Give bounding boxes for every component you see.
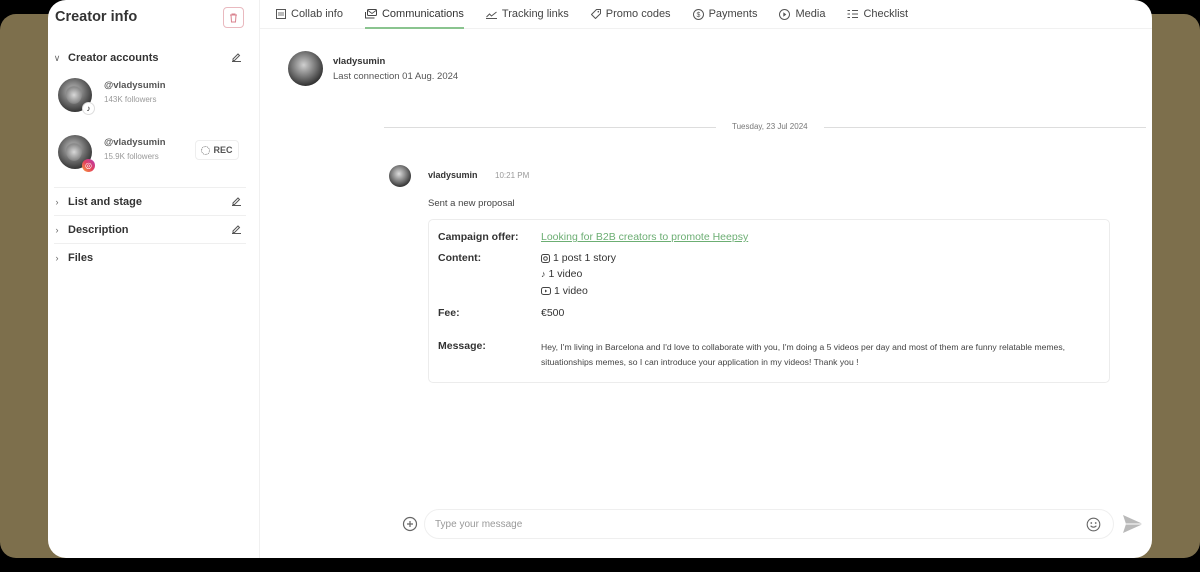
account-handle: @vladysumin: [104, 80, 166, 91]
tab-promo-codes[interactable]: Promo codes: [590, 0, 671, 28]
section-label: List and stage: [68, 196, 142, 208]
svg-text:$: $: [696, 12, 700, 19]
main-content: Collab info Communications Tracking link…: [260, 0, 1152, 558]
content-item-instagram: 1 post 1 story: [541, 252, 616, 264]
play-icon: [779, 8, 791, 20]
proposal-message: Hey, I'm living in Barcelona and I'd lov…: [541, 342, 1066, 367]
delete-creator-button[interactable]: [223, 7, 244, 28]
plus-circle-icon: [402, 516, 418, 532]
message-input[interactable]: [435, 510, 1035, 538]
chevron-down-icon: ∨: [53, 52, 61, 63]
campaign-offer-link[interactable]: Looking for B2B creators to promote Heep…: [541, 231, 748, 243]
tab-label: Payments: [708, 8, 758, 20]
fee-value: €500: [541, 307, 564, 319]
divider: [824, 127, 1146, 128]
tag-icon: [590, 9, 601, 19]
content-item-tiktok: ♪ 1 video: [541, 268, 582, 280]
creator-info-sidebar: Creator info ∨ Creator accounts ♪ @vlady…: [48, 0, 260, 558]
message-composer: [424, 509, 1114, 539]
tab-payments[interactable]: $ Payments: [692, 0, 758, 28]
trash-icon: [230, 13, 237, 22]
fee-amount: €500: [541, 307, 565, 319]
content-item-youtube: 1 video: [541, 285, 588, 297]
contact-avatar: [288, 51, 323, 86]
section-creator-accounts[interactable]: ∨ Creator accounts: [48, 44, 248, 72]
creator-account-instagram[interactable]: ◎ @vladysumin 15.9K followers REC: [54, 127, 244, 181]
message-time: 10:21 PM: [495, 171, 530, 180]
section-label: Description: [68, 224, 129, 236]
section-label: Creator accounts: [68, 52, 159, 64]
creator-panel-window: Creator info ∨ Creator accounts ♪ @vlady…: [48, 0, 1152, 558]
content-text: 1 video: [548, 268, 583, 280]
tab-tracking-links[interactable]: Tracking links: [485, 0, 569, 28]
edit-description-button[interactable]: [231, 223, 242, 237]
creator-account-tiktok[interactable]: ♪ @vladysumin 143K followers: [54, 70, 244, 124]
tab-bar: Collab info Communications Tracking link…: [260, 0, 1152, 29]
sidebar-title: Creator info: [55, 9, 138, 25]
pencil-icon: [232, 225, 241, 234]
message-author: vladysumin: [428, 170, 478, 180]
edit-list-stage-button[interactable]: [231, 195, 242, 209]
section-files[interactable]: › Files: [48, 244, 248, 272]
tab-media[interactable]: Media: [779, 0, 825, 28]
chevron-right-icon: ›: [55, 253, 59, 263]
edit-accounts-button[interactable]: [231, 51, 242, 65]
message-text: Sent a new proposal: [428, 198, 515, 209]
instagram-icon: ◎: [82, 159, 95, 172]
account-handle: @vladysumin: [104, 137, 166, 148]
tab-communications[interactable]: Communications: [364, 0, 464, 29]
add-attachment-button[interactable]: [402, 516, 418, 532]
rec-label: REC: [213, 145, 233, 155]
emoji-button[interactable]: [1086, 517, 1101, 532]
campaign-link-text[interactable]: Looking for B2B creators to promote Heep…: [541, 231, 748, 243]
content-label: Content:: [438, 252, 482, 264]
tiktok-icon: ♪: [541, 269, 546, 279]
tab-label: Collab info: [291, 8, 343, 20]
collab-info-icon: [276, 9, 286, 19]
chevron-right-icon: ›: [55, 197, 59, 207]
account-followers: 15.9K followers: [104, 152, 159, 161]
send-icon: [1123, 515, 1143, 533]
section-label: Files: [68, 252, 94, 264]
send-button[interactable]: [1122, 514, 1144, 534]
tab-collab-info[interactable]: Collab info: [276, 0, 343, 28]
tab-checklist[interactable]: Checklist: [847, 0, 908, 28]
loading-spinner-icon: [201, 145, 211, 155]
last-connection: Last connection 01 Aug. 2024: [333, 71, 459, 82]
message-label: Message:: [438, 340, 486, 352]
dollar-icon: $: [692, 8, 704, 20]
chevron-right-icon: ›: [55, 225, 59, 235]
campaign-offer-label: Campaign offer:: [438, 231, 519, 243]
pencil-icon: [232, 53, 241, 62]
date-separator: Tuesday, 23 Jul 2024: [384, 120, 1146, 134]
content-text: 1 video: [554, 285, 588, 297]
checklist-icon: [847, 9, 859, 19]
tab-label: Promo codes: [605, 8, 671, 20]
tracking-links-icon: [485, 10, 497, 19]
proposal-card: Campaign offer: Looking for B2B creators…: [428, 219, 1110, 383]
contact-name: vladysumin: [333, 56, 386, 67]
date-label: Tuesday, 23 Jul 2024: [732, 122, 808, 131]
message-avatar: [389, 165, 411, 187]
instagram-icon: [541, 253, 550, 263]
fee-label: Fee:: [438, 307, 460, 319]
smiley-icon: [1086, 517, 1101, 532]
tab-label: Communications: [381, 8, 464, 20]
account-followers: 143K followers: [104, 95, 157, 104]
tiktok-icon: ♪: [82, 102, 95, 115]
youtube-icon: [541, 287, 551, 295]
pencil-icon: [232, 197, 241, 206]
rec-button[interactable]: REC: [195, 140, 239, 160]
communications-icon: [364, 9, 377, 19]
divider: [384, 127, 716, 128]
section-list-and-stage[interactable]: › List and stage: [48, 188, 248, 216]
content-text: 1 post 1 story: [553, 252, 617, 264]
tab-label: Checklist: [863, 8, 909, 20]
tab-label: Media: [795, 8, 826, 20]
section-description[interactable]: › Description: [48, 216, 248, 244]
tab-label: Tracking links: [501, 8, 569, 20]
